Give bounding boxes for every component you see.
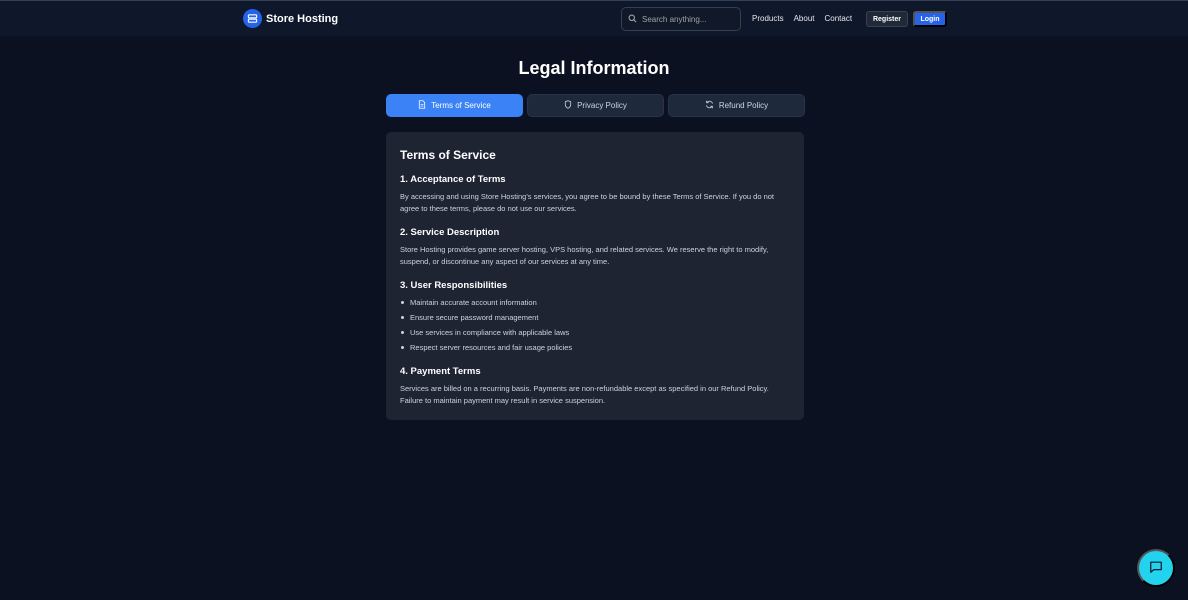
tab-privacy-policy[interactable]: Privacy Policy xyxy=(527,94,664,117)
content-heading: Terms of Service xyxy=(400,148,496,162)
tab-refund-policy[interactable]: Refund Policy xyxy=(668,94,805,117)
terms-content-card: Terms of Service 1. Acceptance of Terms … xyxy=(386,132,804,420)
tab-label: Terms of Service xyxy=(431,101,491,110)
section-title: 4. Payment Terms xyxy=(400,366,481,377)
section-title: 3. User Responsibilities xyxy=(400,280,508,291)
search-input[interactable] xyxy=(642,14,732,24)
server-logo-icon xyxy=(243,9,262,28)
section-title: 1. Acceptance of Terms xyxy=(400,174,506,185)
chat-bubble-icon xyxy=(1149,560,1163,577)
nav-contact-link[interactable]: Contact xyxy=(824,14,852,23)
brand-name: Store Hosting xyxy=(266,12,339,25)
tab-terms-of-service[interactable]: Terms of Service xyxy=(386,94,523,117)
shield-icon xyxy=(564,100,572,111)
list-item: Use services in compliance with applicab… xyxy=(400,327,790,338)
page-title: Legal Information xyxy=(518,58,670,78)
document-icon xyxy=(418,100,426,111)
legal-tabs: Terms of Service Privacy Policy Refund P… xyxy=(386,94,805,117)
list-item: Respect server resources and fair usage … xyxy=(400,342,790,353)
tab-label: Privacy Policy xyxy=(577,101,627,110)
tab-label: Refund Policy xyxy=(718,101,769,110)
refresh-icon xyxy=(705,100,714,111)
register-button[interactable]: Register xyxy=(866,11,908,27)
main-nav: Products About Contact xyxy=(752,14,852,23)
list-item: Ensure secure password management xyxy=(400,312,790,323)
chat-button[interactable] xyxy=(1137,549,1175,587)
list-item: Maintain accurate account information xyxy=(400,297,790,308)
nav-products-link[interactable]: Products xyxy=(752,14,784,23)
section-body: By accessing and using Store Hosting's s… xyxy=(400,192,775,213)
login-button[interactable]: Login xyxy=(913,11,947,27)
brand-link[interactable]: Store Hosting xyxy=(243,9,338,28)
search-box[interactable] xyxy=(621,7,741,31)
section-body: Services are billed on a recurring basis… xyxy=(400,384,769,405)
search-icon xyxy=(628,10,637,28)
section-title: 2. Service Description xyxy=(400,227,500,238)
section-body: Store Hosting provides game server hosti… xyxy=(400,245,769,266)
nav-about-link[interactable]: About xyxy=(794,14,815,23)
responsibilities-list: Maintain accurate account information En… xyxy=(400,297,790,353)
top-navbar: Store Hosting Products About Contact Reg… xyxy=(0,0,1188,36)
